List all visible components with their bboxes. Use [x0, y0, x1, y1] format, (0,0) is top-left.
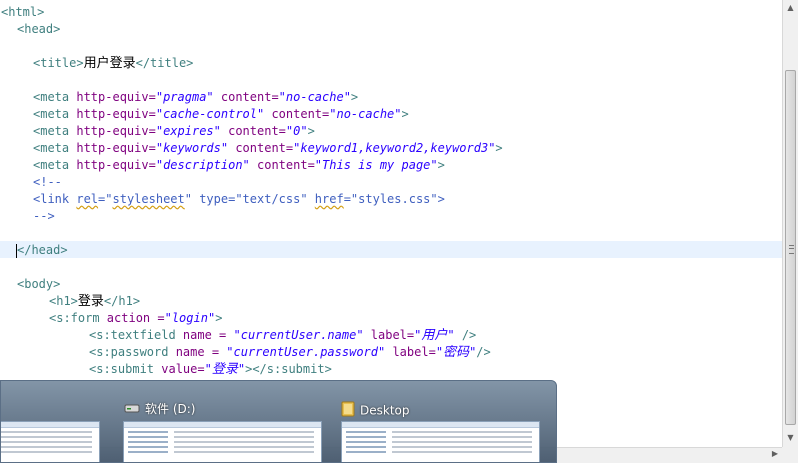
- code-line: <s:password name = "currentUser.password…: [89, 345, 491, 360]
- window-preview-image: [341, 421, 540, 462]
- code-line: </head>: [16, 243, 68, 258]
- code-line: <body>: [17, 277, 61, 291]
- code-line: <link rel="stylesheet" type="text/css" h…: [33, 192, 445, 206]
- grip-icon: [789, 245, 794, 254]
- window-thumbnail-desktop[interactable]: Desktop: [341, 381, 547, 462]
- window-thumbnail[interactable]: [1, 381, 107, 462]
- current-line-highlight: [0, 241, 782, 258]
- scroll-down-icon[interactable]: ▼: [783, 430, 798, 446]
- window-title: 软件 (D:): [145, 402, 196, 416]
- code-line: <html>: [1, 5, 45, 19]
- window-thumbnail-drive-d[interactable]: 软件 (D:): [123, 381, 329, 462]
- window-title: Desktop: [360, 403, 410, 418]
- code-line: <meta http-equiv="cache-control" content…: [33, 107, 409, 121]
- scrollbar-thumb[interactable]: [785, 70, 796, 425]
- code-line: <head>: [17, 22, 61, 36]
- code-line: <h1>登录</h1>: [49, 294, 141, 309]
- code-line: <meta http-equiv="keywords" content="key…: [33, 141, 503, 155]
- code-line: <s:form action ="login">: [49, 311, 223, 325]
- code-line: <s:textfield name = "currentUser.name" l…: [89, 328, 477, 343]
- code-line: <s:submit value="登录"></s:submit>: [89, 362, 332, 377]
- folder-icon: [341, 401, 355, 421]
- code-line: <meta http-equiv="expires" content="0">: [33, 124, 315, 138]
- code-line: -->: [33, 209, 55, 223]
- code-line: <!--: [33, 175, 62, 189]
- scrollbar-corner: [782, 447, 798, 463]
- window-preview-image: [1, 421, 100, 462]
- drive-icon: [124, 402, 140, 418]
- taskbar-thumbnail-preview: 软件 (D:) Desktop: [0, 380, 557, 463]
- code-line: <title>用户登录</title>: [33, 56, 194, 71]
- vertical-scrollbar[interactable]: ▲ ▼: [782, 0, 798, 447]
- scroll-up-icon[interactable]: ▲: [783, 0, 798, 16]
- window-preview-image: [123, 421, 322, 462]
- code-line: <meta http-equiv="description" content="…: [33, 158, 445, 172]
- scroll-right-icon[interactable]: ▶: [772, 449, 778, 458]
- code-line: <meta http-equiv="pragma" content="no-ca…: [33, 90, 359, 104]
